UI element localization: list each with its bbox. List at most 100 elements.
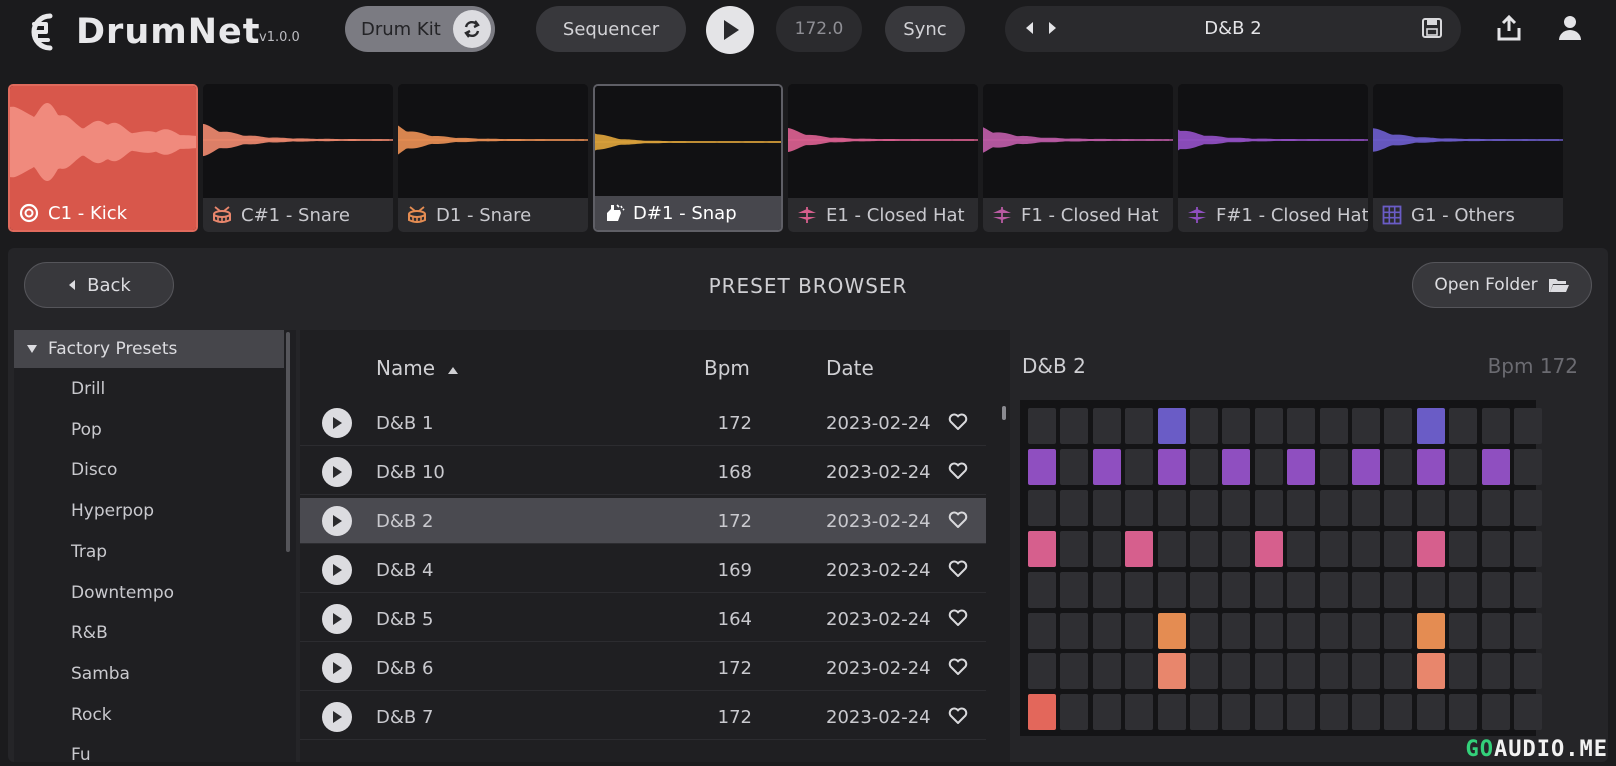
- step-cell[interactable]: [1449, 448, 1478, 485]
- step-cell[interactable]: [1190, 448, 1218, 485]
- step-cell[interactable]: [1028, 653, 1056, 690]
- step-cell[interactable]: [1514, 571, 1542, 608]
- preview-play-button[interactable]: [322, 604, 352, 634]
- step-cell-on[interactable]: [1352, 448, 1380, 485]
- step-cell[interactable]: [1416, 571, 1445, 608]
- list-scrollbar[interactable]: [1002, 406, 1006, 420]
- step-cell[interactable]: [1125, 489, 1154, 526]
- step-cell[interactable]: [1060, 612, 1089, 649]
- step-cell[interactable]: [1481, 694, 1510, 731]
- step-cell[interactable]: [1125, 612, 1154, 649]
- step-cell[interactable]: [1287, 489, 1316, 526]
- step-cell[interactable]: [1125, 653, 1154, 690]
- step-cell[interactable]: [1222, 530, 1251, 567]
- tree-item[interactable]: Disco: [71, 460, 117, 480]
- step-cell[interactable]: [1352, 694, 1380, 731]
- step-cell-on[interactable]: [1416, 408, 1445, 444]
- step-cell[interactable]: [1514, 489, 1542, 526]
- step-cell[interactable]: [1125, 408, 1154, 444]
- step-cell[interactable]: [1352, 612, 1380, 649]
- tree-item[interactable]: Samba: [71, 664, 130, 684]
- step-cell[interactable]: [1514, 408, 1542, 444]
- step-cell[interactable]: [1222, 571, 1251, 608]
- preset-row[interactable]: D&B 1 172 2023-02-24: [300, 400, 986, 446]
- step-cell[interactable]: [1481, 612, 1510, 649]
- step-cell[interactable]: [1254, 489, 1283, 526]
- step-cell[interactable]: [1384, 694, 1413, 731]
- step-cell[interactable]: [1254, 571, 1283, 608]
- step-cell[interactable]: [1190, 694, 1218, 731]
- step-cell[interactable]: [1060, 489, 1089, 526]
- step-cell[interactable]: [1254, 653, 1283, 690]
- step-cell[interactable]: [1222, 694, 1251, 731]
- user-icon[interactable]: [1558, 14, 1582, 42]
- save-icon[interactable]: [1421, 17, 1443, 39]
- step-cell[interactable]: [1092, 612, 1121, 649]
- step-cell[interactable]: [1384, 571, 1413, 608]
- step-cell-on[interactable]: [1416, 612, 1445, 649]
- step-cell[interactable]: [1384, 408, 1413, 444]
- step-cell[interactable]: [1254, 612, 1283, 649]
- heart-icon[interactable]: [948, 658, 968, 676]
- step-cell-on[interactable]: [1481, 448, 1510, 485]
- step-cell[interactable]: [1352, 408, 1380, 444]
- heart-icon[interactable]: [948, 560, 968, 578]
- step-cell[interactable]: [1190, 530, 1218, 567]
- preview-play-button[interactable]: [322, 506, 352, 536]
- preset-row[interactable]: D&B 6 172 2023-02-24: [300, 645, 986, 691]
- step-cell-on[interactable]: [1157, 653, 1186, 690]
- step-cell[interactable]: [1352, 571, 1380, 608]
- step-cell[interactable]: [1190, 653, 1218, 690]
- step-cell[interactable]: [1319, 612, 1348, 649]
- step-cell[interactable]: [1092, 571, 1121, 608]
- step-cell[interactable]: [1190, 489, 1218, 526]
- tree-item[interactable]: Rock: [71, 705, 112, 725]
- preview-play-button[interactable]: [322, 457, 352, 487]
- step-cell[interactable]: [1092, 489, 1121, 526]
- step-cell[interactable]: [1287, 530, 1316, 567]
- drum-pad[interactable]: D#1 - Snap: [593, 84, 783, 232]
- step-cell[interactable]: [1125, 571, 1154, 608]
- step-cell-on[interactable]: [1287, 448, 1316, 485]
- step-cell[interactable]: [1287, 408, 1316, 444]
- step-cell[interactable]: [1449, 653, 1478, 690]
- step-cell-on[interactable]: [1157, 612, 1186, 649]
- step-cell[interactable]: [1481, 571, 1510, 608]
- step-cell[interactable]: [1060, 653, 1089, 690]
- heart-icon[interactable]: [948, 511, 968, 529]
- step-cell[interactable]: [1384, 653, 1413, 690]
- drum-pad[interactable]: G1 - Others: [1373, 84, 1563, 232]
- step-cell[interactable]: [1449, 571, 1478, 608]
- preview-play-button[interactable]: [322, 653, 352, 683]
- step-cell[interactable]: [1028, 489, 1056, 526]
- heart-icon[interactable]: [948, 462, 968, 480]
- step-cell[interactable]: [1319, 448, 1348, 485]
- drum-pad[interactable]: E1 - Closed Hat: [788, 84, 978, 232]
- step-cell[interactable]: [1514, 653, 1542, 690]
- step-cell[interactable]: [1319, 489, 1348, 526]
- step-cell[interactable]: [1060, 694, 1089, 731]
- drum-pad[interactable]: F1 - Closed Hat: [983, 84, 1173, 232]
- step-cell[interactable]: [1028, 612, 1056, 649]
- step-cell[interactable]: [1092, 694, 1121, 731]
- step-cell[interactable]: [1190, 408, 1218, 444]
- drum-pad[interactable]: C#1 - Snare: [203, 84, 393, 232]
- column-header-name[interactable]: Name: [376, 356, 459, 380]
- step-cell[interactable]: [1319, 408, 1348, 444]
- step-cell[interactable]: [1481, 653, 1510, 690]
- step-cell[interactable]: [1319, 653, 1348, 690]
- tree-item[interactable]: Downtempo: [71, 583, 174, 603]
- step-cell[interactable]: [1190, 612, 1218, 649]
- current-preset-name[interactable]: D&B 2: [1005, 18, 1461, 39]
- step-cell[interactable]: [1092, 530, 1121, 567]
- step-cell-on[interactable]: [1092, 448, 1121, 485]
- step-cell[interactable]: [1028, 571, 1056, 608]
- step-cell[interactable]: [1481, 530, 1510, 567]
- step-cell[interactable]: [1384, 448, 1413, 485]
- preview-play-button[interactable]: [322, 555, 352, 585]
- step-cell[interactable]: [1254, 694, 1283, 731]
- step-cell[interactable]: [1449, 489, 1478, 526]
- step-cell-on[interactable]: [1416, 448, 1445, 485]
- step-cell[interactable]: [1352, 489, 1380, 526]
- step-cell[interactable]: [1092, 653, 1121, 690]
